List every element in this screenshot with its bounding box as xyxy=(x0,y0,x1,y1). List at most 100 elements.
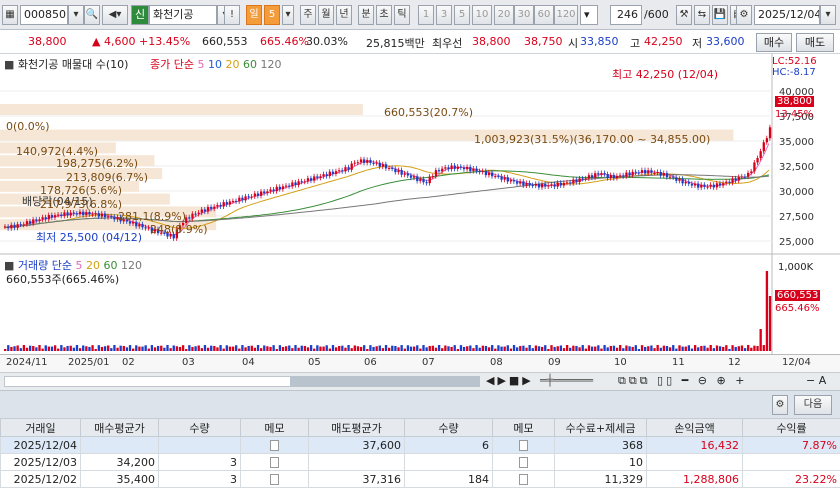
candle-body xyxy=(466,167,468,169)
volume-bar xyxy=(681,347,683,351)
memo-icon[interactable] xyxy=(241,454,309,471)
memo-icon[interactable] xyxy=(493,437,555,454)
period-tab-week[interactable]: 주 xyxy=(300,5,316,25)
save-icon[interactable]: 💾 xyxy=(712,5,728,25)
table-row[interactable]: 2025/12/03 34,200 3 10 xyxy=(1,454,840,471)
memo-icon[interactable] xyxy=(241,471,309,488)
high-note: 최고 42,250 (12/04) xyxy=(612,66,718,82)
interval-10[interactable]: 10 xyxy=(472,5,492,25)
search-icon[interactable]: 🔍 xyxy=(84,5,100,25)
interval-3[interactable]: 3 xyxy=(436,5,452,25)
ma-legend: 종가 단순 5 10 20 60 120 xyxy=(150,56,281,72)
candle-body xyxy=(516,181,518,183)
volume-bar xyxy=(691,349,693,351)
interval-5[interactable]: 5 xyxy=(454,5,470,25)
chart-area[interactable]: 40,00037,50035,00032,50030,00027,50025,0… xyxy=(0,54,840,372)
volume-bar xyxy=(638,349,640,351)
period-tab-second[interactable]: 초 xyxy=(376,5,392,25)
zoom-slider[interactable]: ═╪══════ xyxy=(540,374,593,387)
dropdown-icon[interactable]: ▾ xyxy=(68,5,84,25)
volume-bar xyxy=(635,345,637,351)
table-row[interactable]: 2025/12/02 35,400 3 37,316 184 11,329 1,… xyxy=(1,471,840,488)
scrollbar-thumb[interactable] xyxy=(290,376,480,387)
interval-20[interactable]: 20 xyxy=(494,5,514,25)
period-num[interactable]: 5 xyxy=(264,5,280,25)
date-input[interactable]: 2025/12/04 xyxy=(754,5,820,25)
candle-body xyxy=(351,164,353,170)
volume-bar xyxy=(285,346,287,351)
memo-icon[interactable] xyxy=(493,471,555,488)
view-tools[interactable]: ⧉⧉⧉ ▯▯ ━ ⊖ ⊕ + xyxy=(618,374,747,388)
period-tab-year[interactable]: 년 xyxy=(336,5,352,25)
data-count-input[interactable]: 246 xyxy=(610,5,642,25)
candle-body xyxy=(307,178,309,181)
memo-icon[interactable] xyxy=(493,454,555,471)
candle-body xyxy=(572,180,574,184)
candle-body xyxy=(316,176,318,178)
period-tab-minute[interactable]: 분 xyxy=(358,5,374,25)
candle-body xyxy=(553,184,555,186)
stock-code-input[interactable]: 000850 xyxy=(20,5,68,25)
candle-body xyxy=(104,214,106,218)
candle-body xyxy=(400,170,402,175)
calendar-icon[interactable]: ▾ xyxy=(820,5,836,25)
interval-120[interactable]: 120 xyxy=(554,5,578,25)
dropdown-icon[interactable]: ▾ xyxy=(580,5,598,25)
volume-bar xyxy=(216,347,218,351)
candle-body xyxy=(394,169,396,172)
candle-body xyxy=(95,213,97,214)
menu-icon[interactable]: ▦ xyxy=(2,5,18,25)
interval-60[interactable]: 60 xyxy=(534,5,554,25)
volume-bar xyxy=(763,345,765,351)
volume-bar xyxy=(735,347,737,351)
candle-body xyxy=(566,182,568,183)
cell-return: 7.87% xyxy=(743,437,840,454)
period-day-tab[interactable]: 일 xyxy=(246,5,262,25)
buy-button[interactable]: 매수 xyxy=(756,33,792,52)
candle-body xyxy=(485,171,487,175)
tools-icon[interactable]: ⚒ xyxy=(676,5,692,25)
volume-bar xyxy=(329,349,331,351)
col-header: 메모 xyxy=(241,419,309,437)
interval-30[interactable]: 30 xyxy=(514,5,534,25)
volume-bar xyxy=(688,345,690,351)
col-header: 수익률 xyxy=(743,419,840,437)
settings-icon[interactable]: ⚙ xyxy=(772,395,788,415)
x-label: 12/04 xyxy=(782,357,811,368)
candle-body xyxy=(54,215,56,217)
volume-bar xyxy=(188,345,190,351)
volume-bar xyxy=(475,345,477,351)
volume-bar xyxy=(76,345,78,351)
stock-name[interactable]: 화천기공 xyxy=(149,5,217,25)
high-label: 고 xyxy=(630,35,640,51)
volume-bar xyxy=(457,349,459,351)
period-tab-tick[interactable]: 틱 xyxy=(394,5,410,25)
settings-icon[interactable]: ⚙ xyxy=(736,5,752,25)
volume-bar xyxy=(425,347,427,351)
chart-scroll-bar[interactable]: ◀▶■▶ ═╪══════ ⧉⧉⧉ ▯▯ ━ ⊖ ⊕ + − A xyxy=(0,372,840,390)
font-size-buttons[interactable]: − A xyxy=(806,374,826,387)
table-row[interactable]: 2025/12/04 37,600 6 368 16,432 7.87% xyxy=(1,437,840,454)
sell-button[interactable]: 매도 xyxy=(796,33,834,52)
trade-panel-header: ⚙ 다음 xyxy=(0,390,840,418)
alert-button[interactable]: ! xyxy=(224,5,240,25)
volume-bar xyxy=(232,347,234,351)
volume-bar xyxy=(135,345,137,351)
interval-1[interactable]: 1 xyxy=(418,5,434,25)
next-button[interactable]: 다음 xyxy=(794,395,832,415)
candle-body xyxy=(491,173,493,177)
volume-bar xyxy=(141,347,143,351)
candle-body xyxy=(669,177,671,178)
candle-body xyxy=(472,169,474,171)
split-icon[interactable]: ⇆ xyxy=(694,5,710,25)
sound-icon[interactable]: ◀▾ xyxy=(102,5,128,25)
dropdown-icon[interactable]: ▾ xyxy=(282,5,294,25)
candle-body xyxy=(251,196,253,197)
period-tab-month[interactable]: 월 xyxy=(318,5,334,25)
col-header: 메모 xyxy=(493,419,555,437)
candle-body xyxy=(57,215,59,216)
volume-bar xyxy=(482,346,484,351)
price-volume-chart[interactable]: 40,00037,50035,00032,50030,00027,50025,0… xyxy=(0,54,840,354)
playback-controls[interactable]: ◀▶■▶ xyxy=(486,374,534,387)
memo-icon[interactable] xyxy=(241,437,309,454)
